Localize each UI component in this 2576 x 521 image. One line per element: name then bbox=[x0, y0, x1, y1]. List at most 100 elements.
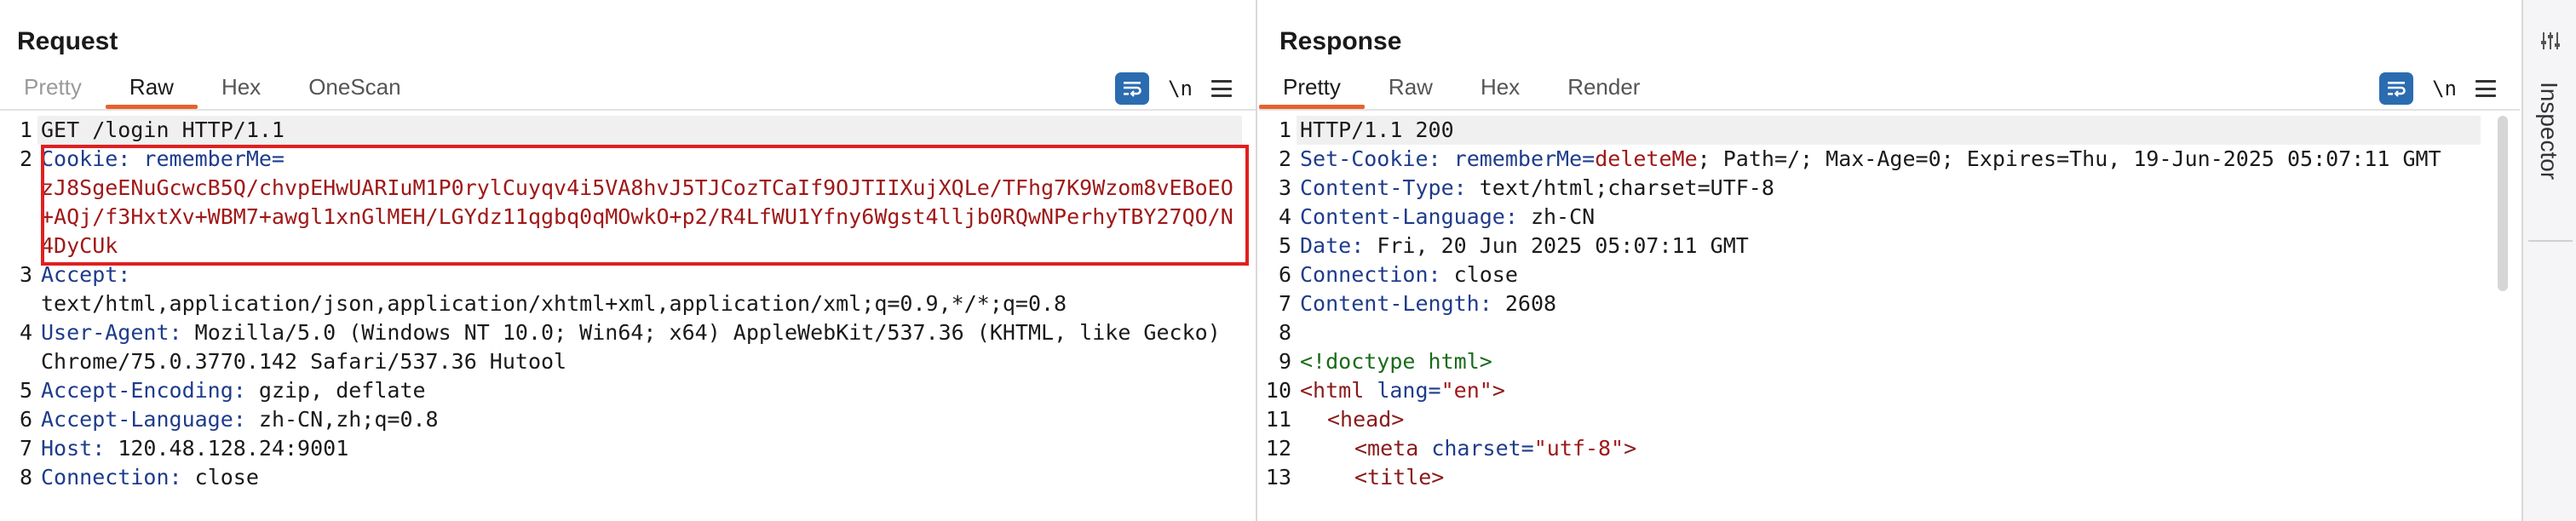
line-number: 7 bbox=[19, 436, 32, 461]
line-number: 1 bbox=[1278, 117, 1291, 142]
accept-header: Accept: text/html,application/json,applic… bbox=[37, 260, 1242, 318]
request-tab-onescan[interactable]: OneScan bbox=[285, 72, 424, 109]
code-line: 5 Date: Fri, 20 Jun 2025 05:07:11 GMT bbox=[1259, 232, 2520, 260]
request-tab-pretty[interactable]: Pretty bbox=[0, 72, 106, 109]
header-key: Host: bbox=[41, 436, 106, 461]
line-number: 11 bbox=[1265, 407, 1291, 432]
response-tab-pretty[interactable]: Pretty bbox=[1259, 72, 1365, 109]
meta-attr-value: "utf-8" bbox=[1533, 436, 1624, 461]
response-tab-hex[interactable]: Hex bbox=[1457, 72, 1544, 109]
show-newlines-button[interactable]: \n bbox=[2432, 77, 2457, 100]
inspector-divider bbox=[2528, 240, 2573, 242]
response-editor[interactable]: 1 HTTP/1.1 200 2 Set-Cookie: rememberMe=… bbox=[1259, 116, 2520, 521]
request-tab-hex[interactable]: Hex bbox=[198, 72, 285, 109]
request-title: Request bbox=[17, 27, 118, 55]
tabs-divider bbox=[0, 109, 1256, 111]
header-value: text/html;charset=UTF-8 bbox=[1479, 175, 1774, 200]
word-wrap-button[interactable] bbox=[1115, 72, 1150, 105]
html-attr: lang= bbox=[1377, 378, 1441, 403]
header-key: Content-Language: bbox=[1300, 204, 1518, 229]
cookie-value: zJ8SgeENuGcwcB5Q/chvpEHwUARIuM1P0rylCuyq… bbox=[41, 175, 1233, 258]
accept-language-header: Accept-Language: zh-CN,zh;q=0.8 bbox=[37, 405, 1242, 434]
word-wrap-button[interactable] bbox=[2379, 72, 2414, 105]
header-key: Content-Type: bbox=[1300, 175, 1467, 200]
code-line: 13 <title> bbox=[1259, 463, 2520, 492]
hamburger-menu-icon[interactable] bbox=[2475, 80, 2496, 97]
code-line: 10 <html lang="en"> bbox=[1259, 376, 2520, 405]
cookie-value: deleteMe bbox=[1595, 146, 1698, 171]
inspector-sliders-icon[interactable] bbox=[2539, 29, 2562, 57]
code-line: 8 Connection: close bbox=[0, 463, 1256, 492]
line-number: 12 bbox=[1265, 436, 1291, 461]
line-number: 3 bbox=[1278, 175, 1291, 200]
line-number: 13 bbox=[1265, 465, 1291, 490]
code-line: 6 Accept-Language: zh-CN,zh;q=0.8 bbox=[0, 405, 1256, 434]
line-number: 2 bbox=[1278, 146, 1291, 171]
code-line: 2 Cookie: rememberMe= zJ8SgeENuGcwcB5Q/ch… bbox=[0, 145, 1256, 260]
header-value: 120.48.128.24:9001 bbox=[118, 436, 349, 461]
header-key: Accept-Language: bbox=[41, 407, 246, 432]
set-cookie-header: Set-Cookie: rememberMe=deleteMe; Path=/;… bbox=[1297, 145, 2481, 174]
request-tab-raw[interactable]: Raw bbox=[105, 72, 198, 109]
response-tabs: Pretty Raw Hex Render bbox=[1259, 72, 1664, 109]
meta-tag: <meta bbox=[1354, 436, 1419, 461]
code-line: 1 HTTP/1.1 200 bbox=[1259, 116, 2520, 145]
request-line: GET /login HTTP/1.1 bbox=[37, 116, 1242, 145]
response-scrollbar[interactable] bbox=[2498, 116, 2508, 521]
header-key: Date: bbox=[1300, 233, 1365, 258]
response-toolbar: \n bbox=[2379, 72, 2496, 106]
html-tag: <html bbox=[1300, 378, 1365, 403]
code-line: 4 User-Agent: Mozilla/5.0 (Windows NT 10… bbox=[0, 318, 1256, 376]
inspector-label[interactable]: Inspector bbox=[2535, 82, 2562, 180]
code-line: 6 Connection: close bbox=[1259, 260, 2520, 289]
head-line: <head> bbox=[1297, 405, 2481, 434]
show-newlines-button[interactable]: \n bbox=[1168, 77, 1193, 100]
connection-header: Connection: close bbox=[37, 463, 1242, 492]
request-editor[interactable]: 1 GET /login HTTP/1.1 2 Cookie: remember… bbox=[0, 116, 1256, 521]
accept-encoding-header: Accept-Encoding: gzip, deflate bbox=[37, 376, 1242, 405]
header-value: 2608 bbox=[1504, 291, 1557, 316]
response-pane: Response Pretty Raw Hex Render \n 1 HTTP… bbox=[1259, 0, 2520, 521]
code-line: 7 Content-Length: 2608 bbox=[1259, 289, 2520, 318]
response-tab-raw[interactable]: Raw bbox=[1365, 72, 1457, 109]
code-line: 1 GET /login HTTP/1.1 bbox=[0, 116, 1256, 145]
code-line: 3 Accept: text/html,application/json,appl… bbox=[0, 260, 1256, 318]
code-line: 12 <meta charset="utf-8"> bbox=[1259, 434, 2520, 463]
header-key: Content-Length: bbox=[1300, 291, 1492, 316]
html-tag-close: > bbox=[1492, 378, 1505, 403]
request-toolbar: \n bbox=[1115, 72, 1232, 106]
line-number: 4 bbox=[1278, 204, 1291, 229]
header-line: Content-Length: 2608 bbox=[1297, 289, 2481, 318]
header-value: close bbox=[1453, 262, 1518, 287]
header-key: Cookie: bbox=[41, 146, 131, 171]
head-tag: <head> bbox=[1327, 407, 1405, 432]
header-key: Connection: bbox=[41, 465, 182, 490]
cookie-name: rememberMe= bbox=[143, 146, 285, 171]
line-number: 5 bbox=[1278, 233, 1291, 258]
header-value: Mozilla/5.0 (Windows NT 10.0; Win64; x64… bbox=[41, 320, 1233, 374]
header-line: Date: Fri, 20 Jun 2025 05:07:11 GMT bbox=[1297, 232, 2481, 260]
user-agent-header: User-Agent: Mozilla/5.0 (Windows NT 10.0… bbox=[37, 318, 1242, 376]
meta-line: <meta charset="utf-8"> bbox=[1297, 434, 2481, 463]
word-wrap-icon bbox=[2388, 82, 2406, 97]
code-line: 11 <head> bbox=[1259, 405, 2520, 434]
header-value: zh-CN bbox=[1530, 204, 1596, 229]
header-value: text/html,application/json,application/x… bbox=[41, 291, 1067, 316]
hamburger-menu-icon[interactable] bbox=[1211, 80, 1232, 97]
line-number: 5 bbox=[19, 378, 32, 403]
title-line: <title> bbox=[1297, 463, 2481, 492]
line-number: 8 bbox=[19, 465, 32, 490]
line-number: 7 bbox=[1278, 291, 1291, 316]
html-attr-value: "en" bbox=[1440, 378, 1492, 403]
doctype-line: <!doctype html> bbox=[1300, 349, 1492, 374]
scrollbar-thumb[interactable] bbox=[2498, 116, 2508, 291]
header-value: zh-CN,zh;q=0.8 bbox=[258, 407, 439, 432]
code-line: 3 Content-Type: text/html;charset=UTF-8 bbox=[1259, 174, 2520, 203]
header-key: Accept: bbox=[41, 262, 131, 287]
html-open-line: <html lang="en"> bbox=[1297, 376, 2481, 405]
line-number: 6 bbox=[1278, 262, 1291, 287]
header-line: Connection: close bbox=[1297, 260, 2481, 289]
code-line: 5 Accept-Encoding: gzip, deflate bbox=[0, 376, 1256, 405]
response-tab-render[interactable]: Render bbox=[1544, 72, 1664, 109]
